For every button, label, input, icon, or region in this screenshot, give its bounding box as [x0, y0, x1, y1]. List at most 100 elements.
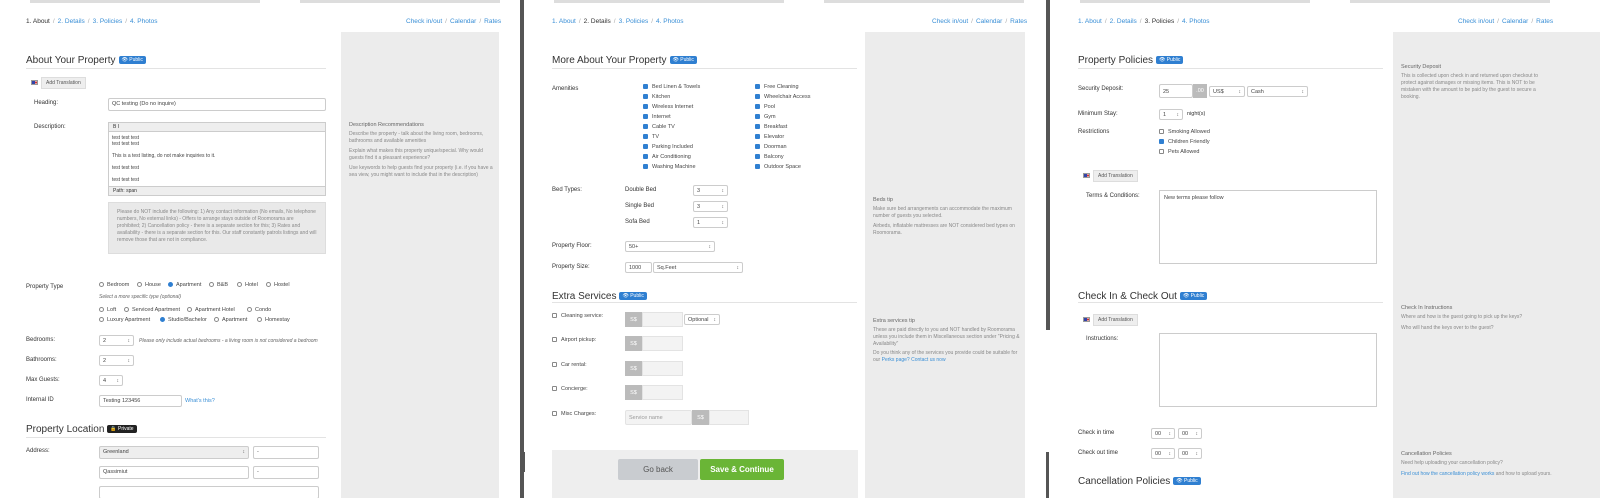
crumb-policies[interactable]: 3. Policies — [93, 18, 123, 25]
ptype-house[interactable]: House — [137, 282, 161, 288]
country-select[interactable]: Greenland — [99, 446, 249, 459]
ptype-hostel[interactable]: Hostel — [266, 282, 290, 288]
go-back-button[interactable]: Go back — [618, 459, 698, 480]
amenity-balcony[interactable]: Balcony — [755, 154, 784, 160]
crumb-policies[interactable]: 3. Policies — [619, 18, 649, 25]
link-checkinout[interactable]: Check in/out — [406, 18, 442, 25]
cleaning-price[interactable]: S$ — [625, 312, 683, 327]
crumb-photos[interactable]: 4. Photos — [130, 18, 157, 25]
link-checkinout[interactable]: Check in/out — [932, 18, 968, 25]
state-input[interactable]: - — [253, 446, 319, 459]
deposit-currency-select[interactable]: US$ — [1209, 86, 1245, 97]
add-translation-button[interactable]: Add Translation — [41, 77, 86, 89]
cancel-policy-link[interactable]: Find out how the cancellation policy wor… — [1401, 471, 1494, 477]
contact-link[interactable]: Contact us now — [911, 357, 945, 363]
crumb-photos[interactable]: 4. Photos — [656, 18, 683, 25]
concierge-price[interactable]: S$ — [625, 385, 683, 400]
amenity-free-cleaning[interactable]: Free Cleaning — [755, 84, 799, 90]
bedrooms-select[interactable]: 2 — [99, 335, 134, 346]
amenity-wifi[interactable]: Wireless Internet — [643, 104, 693, 110]
subtype-apt-hotel[interactable]: Apartment Hotel — [187, 307, 235, 313]
amenity-doorman[interactable]: Doorman — [755, 144, 787, 150]
amenity-kitchen[interactable]: Kitchen — [643, 94, 670, 100]
subtype-condo[interactable]: Condo — [247, 307, 271, 313]
size-unit-select[interactable]: Sq.Feet — [653, 262, 743, 273]
amenity-pool[interactable]: Pool — [755, 104, 775, 110]
amenity-cable-tv[interactable]: Cable TV — [643, 124, 675, 130]
size-input[interactable]: 1000 — [625, 262, 652, 273]
add-translation-button[interactable]: Add Translation — [1093, 314, 1138, 326]
children-checkbox[interactable]: Children Friendly — [1159, 139, 1210, 145]
crumb-details[interactable]: 2. Details — [1110, 18, 1137, 25]
service-name-input[interactable]: Service name — [625, 410, 692, 425]
extra-misc[interactable]: Misc Charges: — [552, 411, 596, 417]
link-rates[interactable]: Rates — [1536, 18, 1553, 25]
misc-price[interactable]: S$ — [692, 410, 749, 425]
link-rates[interactable]: Rates — [484, 18, 501, 25]
link-calendar[interactable]: Calendar — [976, 18, 1002, 25]
minstay-select[interactable]: 1 — [1159, 109, 1183, 120]
add-translation-button[interactable]: Add Translation — [1093, 170, 1138, 182]
ptype-hotel[interactable]: Hotel — [237, 282, 258, 288]
terms-textarea[interactable]: New terms please follow — [1159, 190, 1377, 264]
bathrooms-select[interactable]: 2 — [99, 355, 134, 366]
floor-select[interactable]: 50+ — [625, 241, 715, 252]
extra-car[interactable]: Car rental: — [552, 362, 587, 368]
extra-concierge[interactable]: Concierge: — [552, 386, 588, 392]
heading-input[interactable]: QC testing (Do no inquire) — [108, 98, 326, 111]
subtype-apartment[interactable]: Apartment — [214, 317, 247, 323]
double-bed-select[interactable]: 3 — [693, 185, 728, 196]
amenity-outdoor[interactable]: Outdoor Space — [755, 164, 801, 170]
deposit-method-select[interactable]: Cash — [1247, 86, 1308, 97]
link-calendar[interactable]: Calendar — [1502, 18, 1528, 25]
single-bed-select[interactable]: 3 — [693, 201, 728, 212]
checkin-hour-select[interactable]: 00 — [1151, 428, 1175, 439]
checkout-hour-select[interactable]: 00 — [1151, 448, 1175, 459]
crumb-photos[interactable]: 4. Photos — [1182, 18, 1209, 25]
amenity-ac[interactable]: Air Conditioning — [643, 154, 691, 160]
crumb-details[interactable]: 2. Details — [584, 18, 611, 25]
amenity-elevator[interactable]: Elevator — [755, 134, 784, 140]
smoking-checkbox[interactable]: Smoking Allowed — [1159, 129, 1210, 135]
airport-price[interactable]: S$ — [625, 336, 683, 351]
car-price[interactable]: S$ — [625, 361, 683, 376]
sofa-bed-select[interactable]: 1 — [693, 217, 728, 228]
perks-link[interactable]: Perks page? — [882, 357, 910, 363]
amenity-gym[interactable]: Gym — [755, 114, 776, 120]
extra-airport[interactable]: Airport pickup: — [552, 337, 596, 343]
crumb-about[interactable]: 1. About — [26, 18, 50, 25]
subtype-studio[interactable]: Studio/Bachelor — [160, 317, 207, 323]
subtype-homestay[interactable]: Homestay — [257, 317, 290, 323]
amenity-internet[interactable]: Internet — [643, 114, 671, 120]
ptype-bnb[interactable]: B&B — [209, 282, 228, 288]
instructions-textarea[interactable] — [1159, 333, 1377, 407]
maxguests-select[interactable]: 4 — [99, 375, 123, 386]
ptype-apartment[interactable]: Apartment — [168, 282, 201, 288]
link-rates[interactable]: Rates — [1010, 18, 1027, 25]
crumb-details[interactable]: 2. Details — [58, 18, 85, 25]
internal-id-input[interactable]: Testing 123456 — [99, 395, 182, 407]
link-calendar[interactable]: Calendar — [450, 18, 476, 25]
subtype-loft[interactable]: Loft — [99, 307, 116, 313]
zip-input[interactable]: - — [253, 466, 319, 479]
deposit-input[interactable]: 25 — [1159, 84, 1193, 98]
editor-body[interactable]: test test test test test test This is a … — [109, 132, 325, 186]
checkin-minute-select[interactable]: 00 — [1178, 428, 1202, 439]
amenity-parking[interactable]: Parking Included — [643, 144, 693, 150]
street-input[interactable] — [99, 486, 319, 498]
pets-checkbox[interactable]: Pets Allowed — [1159, 149, 1200, 155]
amenity-tv[interactable]: TV — [643, 134, 659, 140]
editor-toolbar[interactable]: B I — [109, 123, 325, 132]
crumb-about[interactable]: 1. About — [1078, 18, 1102, 25]
save-continue-button[interactable]: Save & Continue — [700, 459, 784, 480]
cleaning-optional-select[interactable]: Optional — [684, 314, 720, 325]
crumb-about[interactable]: 1. About — [552, 18, 576, 25]
whats-this-link[interactable]: What's this? — [185, 398, 215, 404]
crumb-policies[interactable]: 3. Policies — [1145, 18, 1175, 25]
ptype-bedroom[interactable]: Bedroom — [99, 282, 129, 288]
extra-cleaning[interactable]: Cleaning service: — [552, 313, 603, 319]
city-input[interactable]: Qassimiut — [99, 466, 249, 479]
checkout-minute-select[interactable]: 00 — [1178, 448, 1202, 459]
description-editor[interactable]: B I test test test test test test This i… — [108, 122, 326, 196]
amenity-washer[interactable]: Washing Machine — [643, 164, 696, 170]
